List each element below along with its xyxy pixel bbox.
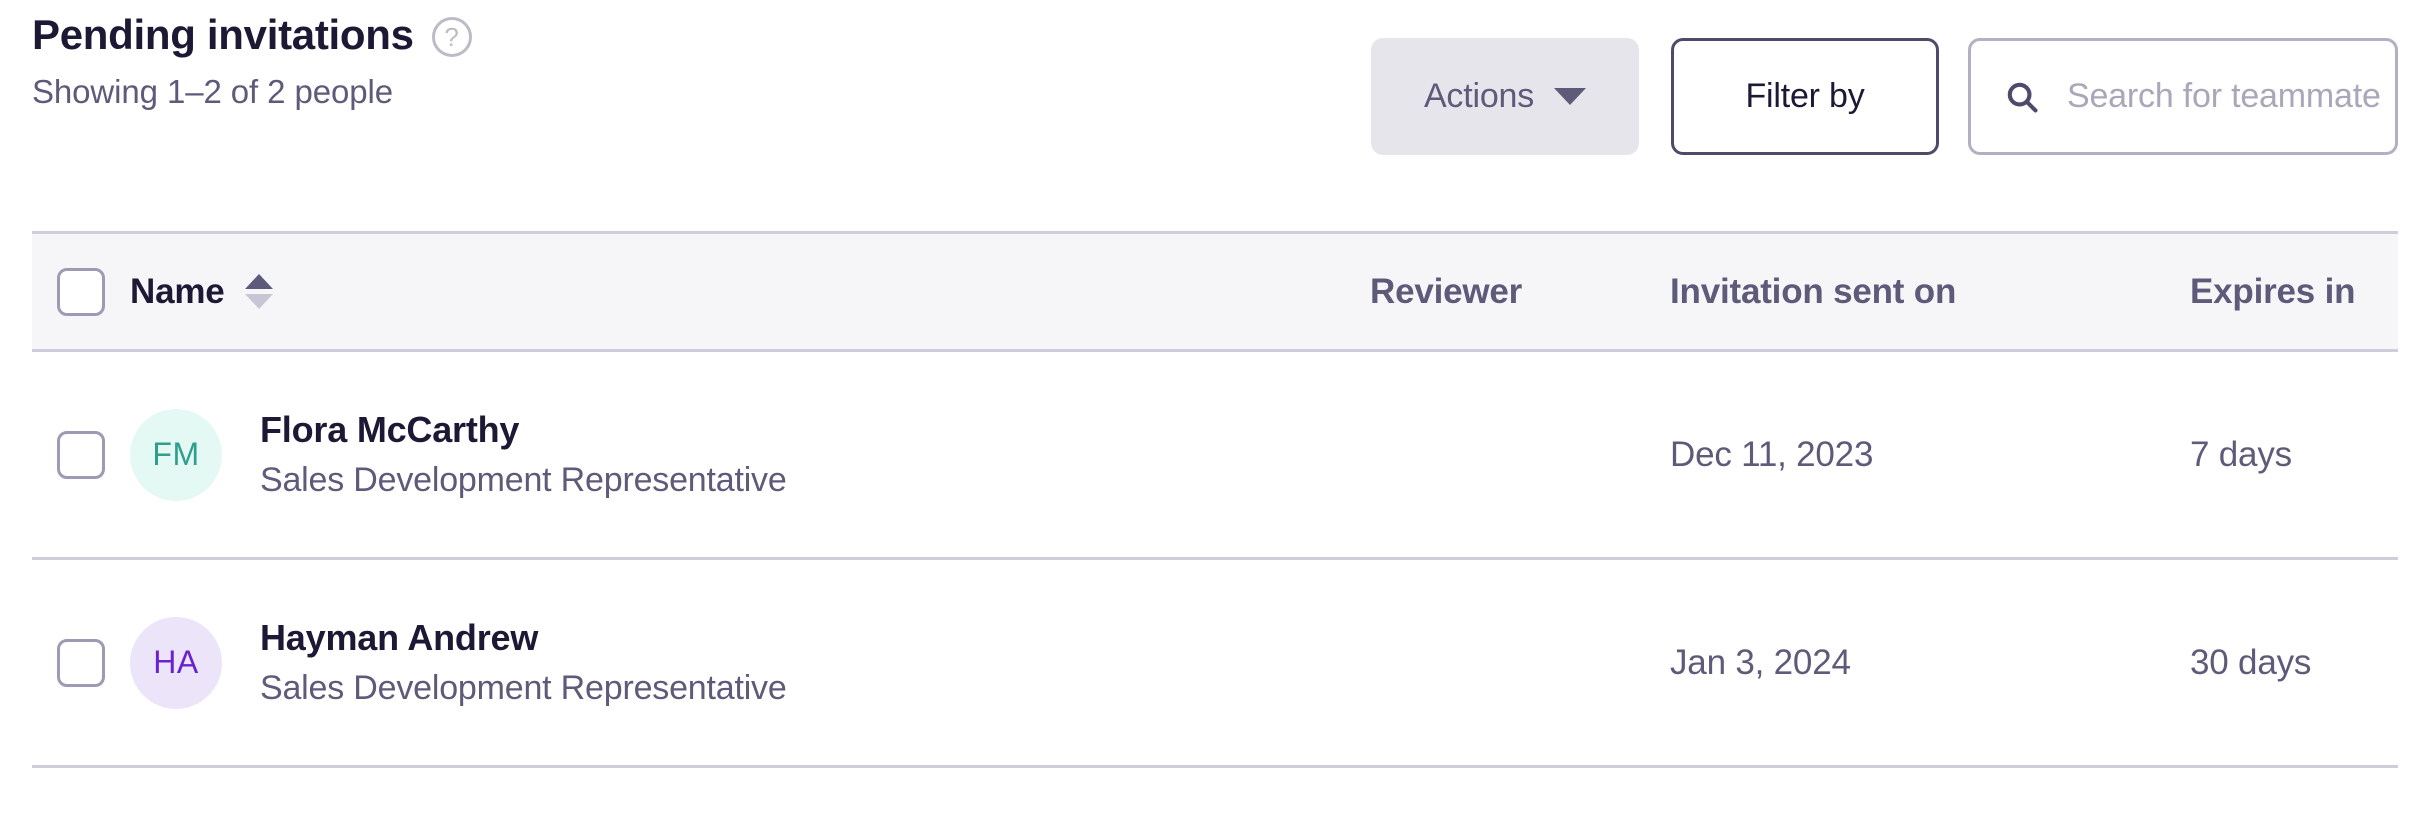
search-icon [2003,78,2041,116]
column-header-name-label: Name [130,271,225,311]
person-info: Flora McCarthy Sales Development Represe… [260,408,787,501]
column-header-name[interactable]: Name [130,272,1370,312]
help-circle-icon[interactable]: ? [431,17,472,57]
row-expires-in: 7 days [2190,434,2292,474]
table-row[interactable]: FM Flora McCarthy Sales Development Repr… [32,352,2398,557]
filter-by-button-label: Filter by [1745,77,1865,115]
page-header: Pending invitations ? Showing 1–2 of 2 p… [32,0,2398,170]
row-expires-in: 30 days [2190,642,2312,682]
person-role: Sales Development Representative [260,461,787,499]
select-all-cell [32,267,130,316]
row-name-cell: HA Hayman Andrew Sales Development Repre… [130,616,1370,709]
row-sent-on: Jan 3, 2024 [1670,642,1851,682]
row-select-cell [32,430,130,479]
toolbar: Actions Filter by [1371,38,2398,155]
title-block: Pending invitations ? Showing 1–2 of 2 p… [32,10,472,112]
title-row: Pending invitations ? [32,10,472,60]
invitations-table: Name Reviewer Invitation sent on Expires… [32,231,2398,768]
column-header-reviewer: Reviewer [1370,271,1523,311]
select-all-checkbox[interactable] [57,267,105,316]
person-name: Flora McCarthy [260,409,520,450]
page-title: Pending invitations [32,11,414,58]
pending-invitations-page: Pending invitations ? Showing 1–2 of 2 p… [0,0,2430,814]
column-header-sent-on: Invitation sent on [1670,271,1957,311]
results-summary: Showing 1–2 of 2 people [32,73,393,110]
column-header-expires-in: Expires in [2190,271,2356,311]
person-role: Sales Development Representative [260,669,787,707]
sort-ascending-icon [244,274,273,289]
person-info: Hayman Andrew Sales Development Represen… [260,616,787,709]
actions-button[interactable]: Actions [1371,38,1639,155]
table-header-row: Name Reviewer Invitation sent on Expires… [32,234,2398,349]
row-name-cell: FM Flora McCarthy Sales Development Repr… [130,408,1370,501]
sort-toggle-icon[interactable] [244,274,273,309]
table-bottom-divider [32,765,2398,768]
table-row[interactable]: HA Hayman Andrew Sales Development Repre… [32,560,2398,765]
avatar: HA [130,616,222,709]
search-input[interactable] [2067,77,2397,116]
chevron-down-icon [1554,88,1587,105]
row-select-cell [32,638,130,687]
avatar: FM [130,408,222,501]
actions-button-label: Actions [1423,77,1535,115]
row-checkbox[interactable] [57,430,105,479]
search-box[interactable] [1968,38,2398,155]
sort-descending-icon [244,294,273,309]
filter-by-button[interactable]: Filter by [1671,38,1939,155]
person-name: Hayman Andrew [260,617,539,658]
row-sent-on: Dec 11, 2023 [1670,434,1874,474]
row-checkbox[interactable] [57,638,105,687]
